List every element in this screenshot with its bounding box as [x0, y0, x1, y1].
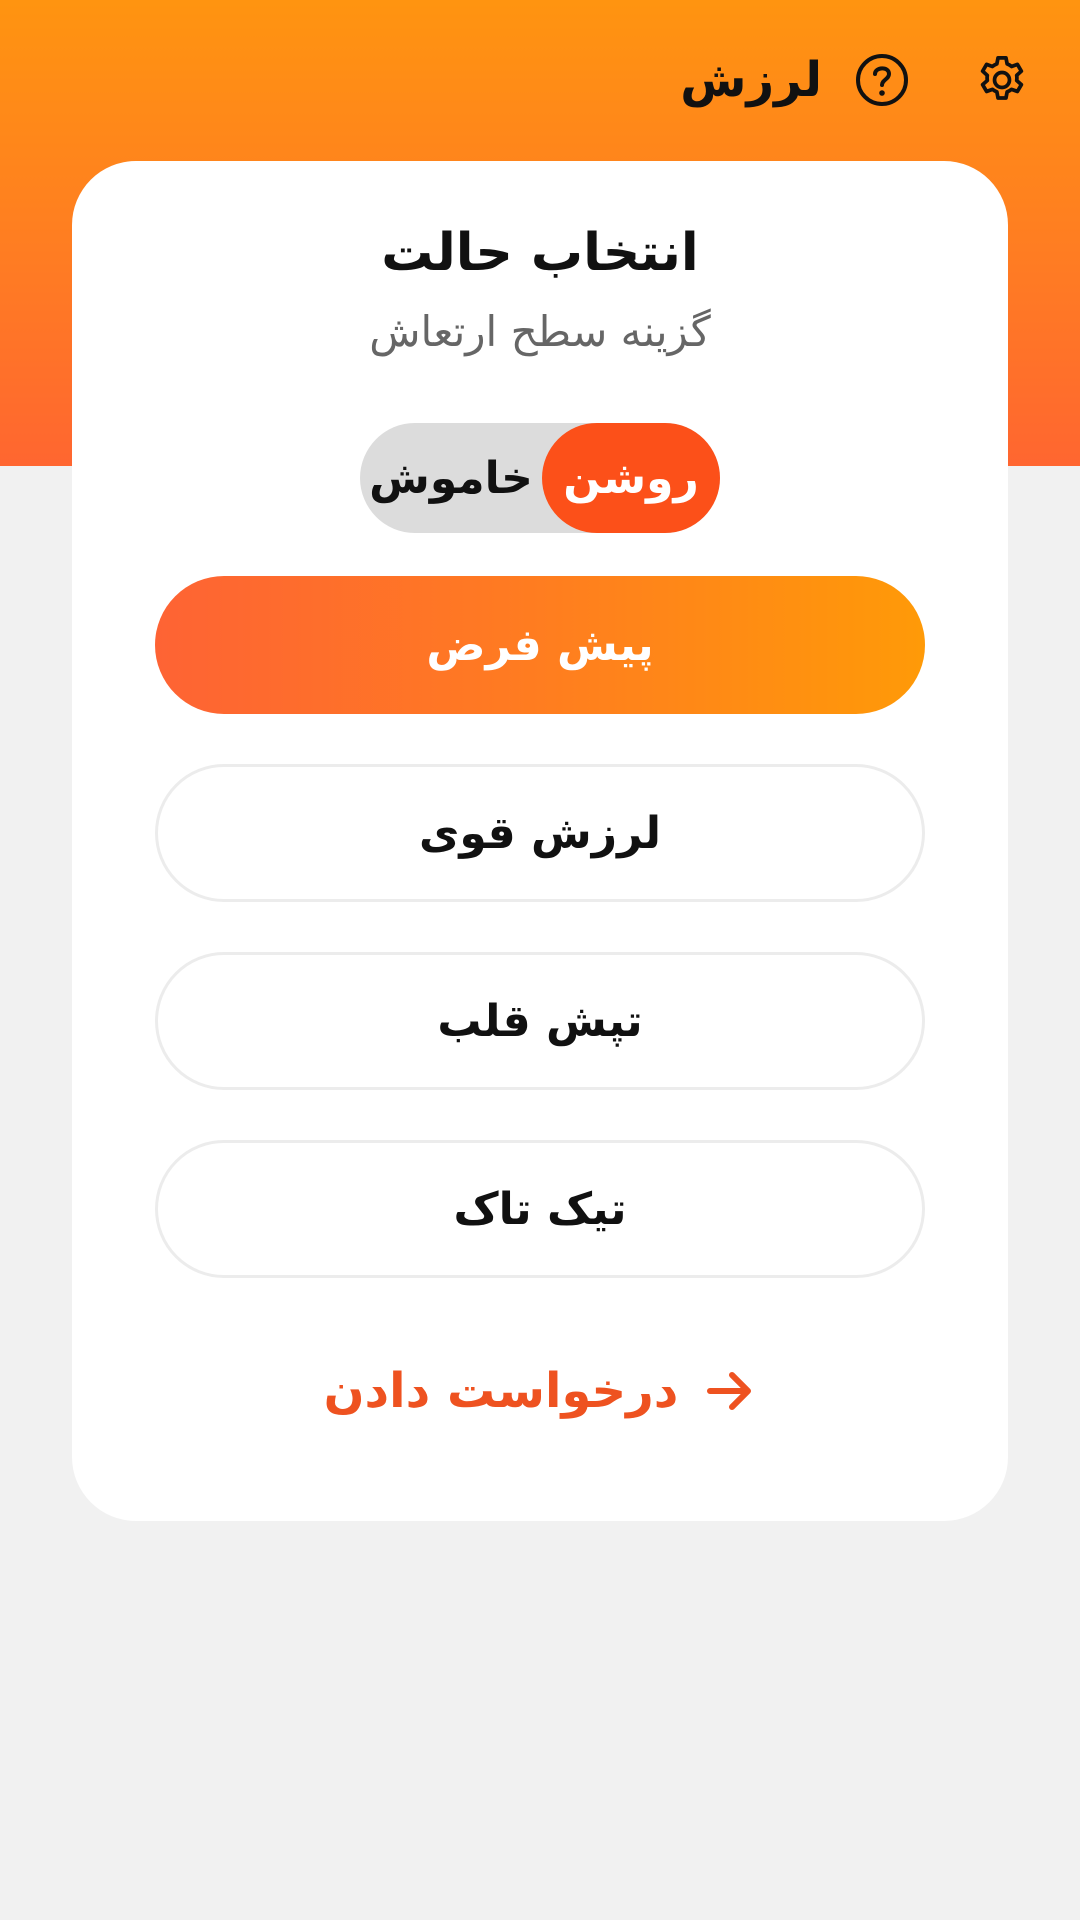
card-title: انتخاب حالت [381, 223, 699, 283]
mode-button-default[interactable]: پیش فرض [155, 576, 925, 714]
help-button[interactable] [852, 50, 912, 110]
apply-button[interactable]: درخواست دادن [72, 1363, 1008, 1419]
mode-button-heartbeat[interactable]: تپش قلب [155, 952, 925, 1090]
card-subtitle: گزینه سطح ارتعاش [369, 307, 711, 356]
gear-icon [980, 55, 1024, 100]
question-circle-icon [856, 54, 908, 106]
on-off-toggle[interactable]: خاموش روشن [360, 423, 720, 533]
toggle-on-option[interactable]: روشن [542, 423, 720, 533]
toggle-off-option[interactable]: خاموش [360, 423, 542, 533]
app-title: لرزش [680, 52, 822, 108]
arrow-right-icon [704, 1365, 756, 1417]
mode-selection-card: انتخاب حالت گزینه سطح ارتعاش خاموش روشن … [72, 161, 1008, 1521]
apply-label: درخواست دادن [323, 1363, 679, 1419]
settings-button[interactable] [972, 50, 1032, 110]
top-bar: لرزش [680, 50, 1032, 110]
mode-button-tick-tock[interactable]: تیک تاک [155, 1140, 925, 1278]
mode-button-strong-vibration[interactable]: لرزش قوی [155, 764, 925, 902]
